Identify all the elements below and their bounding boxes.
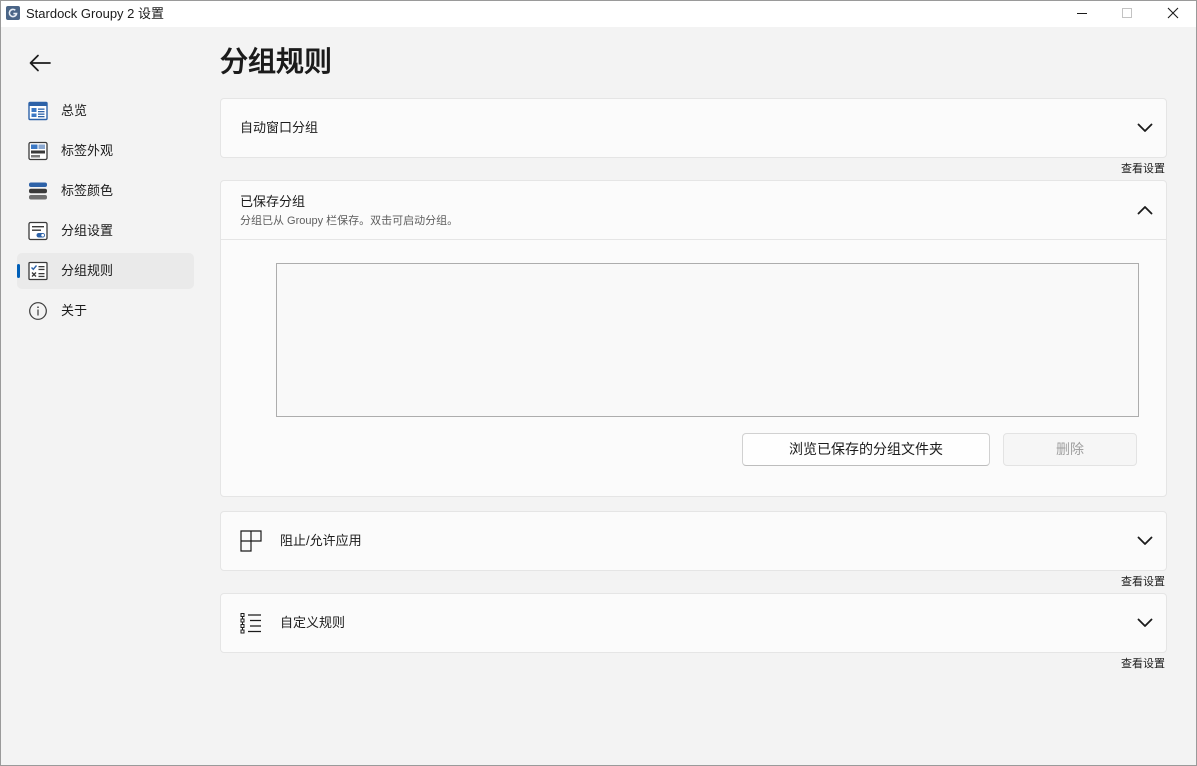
sidebar-item-label: 标签颜色 bbox=[61, 183, 114, 198]
minimize-icon bbox=[1077, 13, 1087, 14]
auto-grouping-card: 自动窗口分组 bbox=[220, 98, 1167, 158]
view-settings-link[interactable]: 查看设置 bbox=[1121, 162, 1165, 176]
card-title: 自定义规则 bbox=[280, 615, 346, 630]
sidebar-item-label: 分组规则 bbox=[61, 263, 114, 278]
chevron-up-icon[interactable] bbox=[1137, 205, 1153, 215]
saved-groups-list[interactable] bbox=[276, 263, 1139, 417]
info-icon bbox=[29, 302, 47, 320]
group-rules-icon bbox=[28, 261, 48, 281]
saved-groups-header[interactable]: 已保存分组 分组已从 Groupy 栏保存。双击可启动分组。 bbox=[221, 181, 1166, 240]
settings-window: Stardock Groupy 2 设置 总览 标签外观 标签颜色 分组设置 分… bbox=[0, 0, 1197, 766]
groupy-app-icon bbox=[6, 6, 20, 20]
block-allow-apps-header[interactable]: 阻止/允许应用 bbox=[221, 512, 1166, 570]
delete-button[interactable]: 删除 bbox=[1003, 433, 1137, 466]
title-bar[interactable]: Stardock Groupy 2 设置 bbox=[0, 0, 1197, 27]
close-button[interactable] bbox=[1150, 0, 1196, 27]
sidebar-item-about[interactable]: 关于 bbox=[17, 293, 194, 329]
card-subtitle: 分组已从 Groupy 栏保存。双击可启动分组。 bbox=[240, 215, 459, 227]
tab-color-icon bbox=[29, 182, 47, 200]
sidebar-item-overview[interactable]: 总览 bbox=[17, 93, 194, 129]
chevron-down-icon[interactable] bbox=[1137, 618, 1153, 628]
custom-rules-card: 自定义规则 bbox=[220, 593, 1167, 653]
sidebar-item-label: 总览 bbox=[61, 103, 88, 118]
chevron-down-icon[interactable] bbox=[1137, 123, 1153, 133]
window-title: Stardock Groupy 2 设置 bbox=[26, 6, 164, 21]
overview-icon bbox=[28, 101, 48, 121]
view-settings-link[interactable]: 查看设置 bbox=[1121, 657, 1165, 671]
maximize-icon bbox=[1122, 8, 1132, 18]
custom-rules-header[interactable]: 自定义规则 bbox=[221, 594, 1166, 652]
card-title: 已保存分组 bbox=[240, 194, 306, 209]
page-title: 分组规则 bbox=[220, 46, 333, 77]
sidebar-item-label: 标签外观 bbox=[61, 143, 114, 158]
card-title: 阻止/允许应用 bbox=[280, 533, 362, 548]
group-settings-icon bbox=[28, 221, 48, 241]
chevron-down-icon[interactable] bbox=[1137, 536, 1153, 546]
sidebar-item-label: 分组设置 bbox=[61, 223, 114, 238]
sidebar-item-group-settings[interactable]: 分组设置 bbox=[17, 213, 194, 249]
sidebar-item-label: 关于 bbox=[61, 303, 88, 318]
maximize-button[interactable] bbox=[1104, 0, 1150, 27]
app-layout-icon bbox=[240, 530, 262, 552]
rules-list-icon bbox=[240, 613, 261, 634]
view-settings-link[interactable]: 查看设置 bbox=[1121, 575, 1165, 589]
selection-indicator bbox=[17, 264, 20, 278]
sidebar-item-group-rules[interactable]: 分组规则 bbox=[17, 253, 194, 289]
card-title: 自动窗口分组 bbox=[240, 120, 319, 135]
tab-appearance-icon bbox=[28, 141, 48, 161]
sidebar-item-tab-appearance[interactable]: 标签外观 bbox=[17, 133, 194, 169]
saved-groups-card: 已保存分组 分组已从 Groupy 栏保存。双击可启动分组。 浏览已保存的分组文… bbox=[220, 180, 1167, 497]
back-arrow-icon bbox=[29, 54, 51, 72]
browse-saved-groups-button[interactable]: 浏览已保存的分组文件夹 bbox=[742, 433, 990, 466]
block-allow-apps-card: 阻止/允许应用 bbox=[220, 511, 1167, 571]
sidebar-item-tab-color[interactable]: 标签颜色 bbox=[17, 173, 194, 209]
close-icon bbox=[1167, 7, 1179, 19]
auto-grouping-header[interactable]: 自动窗口分组 bbox=[221, 99, 1166, 157]
back-button[interactable] bbox=[22, 45, 58, 81]
minimize-button[interactable] bbox=[1059, 0, 1105, 27]
